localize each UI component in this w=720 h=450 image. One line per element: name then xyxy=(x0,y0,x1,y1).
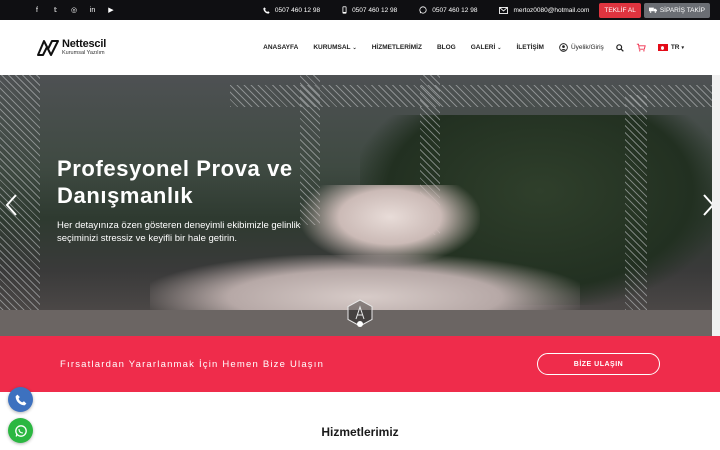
social-links: f 𝕥 ◎ in ▶ xyxy=(28,6,121,15)
nav-contact[interactable]: İLETİŞİM xyxy=(516,44,543,51)
logo-name: Nettescil xyxy=(62,37,107,50)
whatsapp-icon xyxy=(14,424,27,437)
whatsapp-icon xyxy=(419,6,427,14)
linkedin-icon[interactable]: in xyxy=(84,7,102,14)
language-label: TR xyxy=(670,44,680,51)
user-login-label: Üyelik/Giriş xyxy=(570,44,604,51)
logo-mark-icon xyxy=(37,39,59,56)
phone-contact[interactable]: 0507 460 12 98 xyxy=(263,7,320,14)
whatsapp-number: 0507 460 12 98 xyxy=(432,6,478,14)
site-logo[interactable]: Nettescil Kurumsal Yazılım xyxy=(37,37,107,57)
chevron-down-icon: ⌄ xyxy=(352,44,357,51)
facebook-icon[interactable]: f xyxy=(28,7,46,14)
instagram-icon[interactable]: ◎ xyxy=(65,6,83,14)
hexagon-logo-icon xyxy=(347,299,373,332)
search-icon[interactable] xyxy=(616,43,624,52)
caret-down-icon: ▾ xyxy=(681,44,684,51)
nav-services[interactable]: HİZMETLERİMİZ xyxy=(372,44,422,51)
hero-slider: Profesyonel Prova ve Danışmanlık Her det… xyxy=(0,75,720,336)
whatsapp-float-button[interactable] xyxy=(8,418,33,443)
stage-truss xyxy=(625,95,647,310)
contact-us-button[interactable]: BİZE ULAŞIN xyxy=(537,353,660,375)
logo-tagline: Kurumsal Yazılım xyxy=(62,49,105,56)
cta-band: Fırsatlardan Yararlanmak İçin Hemen Bize… xyxy=(0,336,720,392)
mobile-number: 0507 460 12 98 xyxy=(352,6,398,14)
cart-icon[interactable] xyxy=(636,43,646,52)
cta-text: Fırsatlardan Yararlanmak İçin Hemen Bize… xyxy=(60,358,325,370)
phone-number: 0507 460 12 98 xyxy=(274,6,321,14)
offer-button[interactable]: TEKLİF AL xyxy=(599,2,641,18)
nav-gallery[interactable]: GALERİ ⌄ xyxy=(471,44,502,51)
hero-subtitle: Her detayınıza özen gösteren deneyimli e… xyxy=(57,220,301,244)
next-slide-peek xyxy=(712,75,720,336)
mobile-icon xyxy=(342,6,347,14)
chevron-down-icon: ⌄ xyxy=(497,44,502,51)
user-login-link[interactable]: Üyelik/Giriş xyxy=(559,43,604,52)
nav-home[interactable]: ANASAYFA xyxy=(263,44,298,51)
youtube-icon[interactable]: ▶ xyxy=(102,6,120,14)
email-address: mertoz0080@hotmail.com xyxy=(513,6,590,14)
nav-blog[interactable]: BLOG xyxy=(437,44,456,51)
twitter-icon[interactable]: 𝕥 xyxy=(47,6,65,14)
language-selector[interactable]: TR ▾ xyxy=(657,44,684,51)
truck-icon xyxy=(648,7,657,13)
nav-corporate-label: KURUMSAL xyxy=(313,44,351,51)
email-contact[interactable]: mertoz0080@hotmail.com xyxy=(499,6,590,14)
call-float-button[interactable] xyxy=(8,387,33,412)
contact-info: 0507 460 12 98 0507 460 12 98 0507 460 1… xyxy=(241,2,720,18)
whatsapp-contact[interactable]: 0507 460 12 98 xyxy=(419,6,477,14)
top-bar: f 𝕥 ◎ in ▶ 0507 460 12 98 0507 460 12 98… xyxy=(0,0,720,20)
user-icon xyxy=(559,43,568,52)
order-track-label: SİPARİŞ TAKİP xyxy=(659,6,705,14)
nav-gallery-label: GALERİ xyxy=(470,44,496,51)
slider-prev-arrow-icon[interactable] xyxy=(4,193,18,222)
order-track-button[interactable]: SİPARİŞ TAKİP xyxy=(643,2,710,18)
nav-corporate[interactable]: KURUMSAL ⌄ xyxy=(313,44,356,51)
main-nav: ANASAYFA KURUMSAL ⌄ HİZMETLERİMİZ BLOG G… xyxy=(263,43,684,52)
envelope-icon xyxy=(499,6,509,14)
main-header: Nettescil Kurumsal Yazılım ANASAYFA KURU… xyxy=(0,20,720,75)
phone-icon xyxy=(263,6,270,14)
slider-dot[interactable] xyxy=(357,321,363,327)
hero-title: Profesyonel Prova ve Danışmanlık xyxy=(57,156,293,208)
phone-icon xyxy=(15,394,26,405)
mobile-contact[interactable]: 0507 460 12 98 xyxy=(342,6,397,14)
services-section-title: Hizmetlerimiz xyxy=(321,425,399,439)
turkey-flag-icon xyxy=(657,44,668,51)
